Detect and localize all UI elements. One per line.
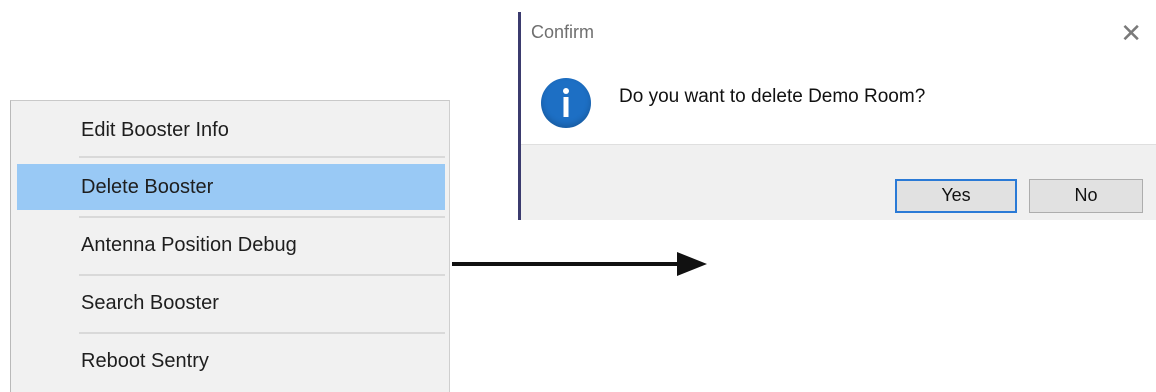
screenshot-stage: Edit Booster Info Delete Booster Antenna… (0, 0, 1156, 392)
dialog-button-bar: Yes No (521, 144, 1156, 220)
arrow-shaft (452, 262, 680, 266)
menu-item-label: Reboot Sentry (81, 350, 209, 372)
menu-separator (79, 216, 445, 218)
menu-item-edit-booster-info[interactable]: Edit Booster Info (17, 107, 445, 153)
menu-item-reboot-sentry[interactable]: Reboot Sentry (17, 338, 445, 384)
info-icon (541, 78, 591, 128)
menu-separator (79, 274, 445, 276)
menu-separator (79, 332, 445, 334)
yes-button[interactable]: Yes (895, 179, 1017, 213)
context-menu: Edit Booster Info Delete Booster Antenna… (10, 100, 450, 392)
arrow-head (677, 252, 707, 276)
dialog-title: Confirm (531, 22, 595, 42)
menu-item-label: Delete Booster (81, 176, 214, 198)
menu-separator (79, 156, 445, 158)
close-icon[interactable]: ✕ (1120, 18, 1142, 48)
confirm-dialog: Confirm ✕ Do you want to delete Demo Roo… (518, 12, 1156, 220)
dialog-message: Do you want to delete Demo Room? (619, 86, 926, 107)
menu-item-delete-booster[interactable]: Delete Booster (17, 164, 445, 210)
menu-item-search-booster[interactable]: Search Booster (17, 280, 445, 326)
menu-item-label: Antenna Position Debug (81, 234, 297, 256)
menu-item-label: Search Booster (81, 292, 219, 314)
menu-item-antenna-position-debug[interactable]: Antenna Position Debug (17, 222, 445, 268)
menu-item-label: Edit Booster Info (81, 119, 229, 141)
no-button[interactable]: No (1029, 179, 1143, 213)
